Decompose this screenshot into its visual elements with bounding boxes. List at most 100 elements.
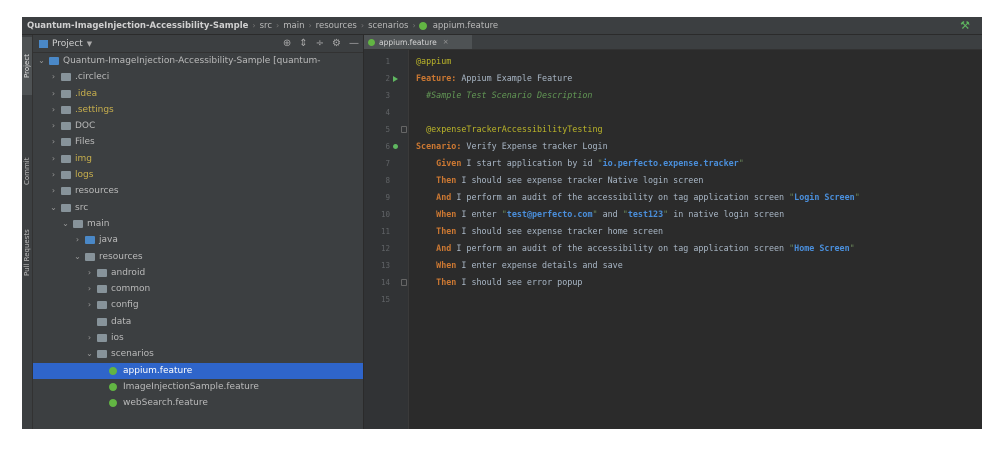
tree-item-label: .circleci xyxy=(75,72,110,83)
code-line: #Sample Test Scenario Description xyxy=(416,87,592,104)
hide-panel-icon[interactable]: — xyxy=(349,38,359,49)
tree-item[interactable]: › java xyxy=(33,232,363,248)
tree-item[interactable]: ⌄ resources xyxy=(33,249,363,265)
chevron-right-icon[interactable]: › xyxy=(49,86,58,102)
tree-item[interactable]: › .circleci xyxy=(33,69,363,85)
code-line: When I enter "test@perfecto.com" and "te… xyxy=(416,206,784,223)
collapse-all-icon[interactable]: ⇕ xyxy=(299,38,307,49)
code-line: Then I should see expense tracker home s… xyxy=(416,223,663,240)
tree-item-label: data xyxy=(111,316,132,327)
tree-item[interactable]: › ios xyxy=(33,330,363,346)
chevron-right-icon[interactable]: › xyxy=(85,297,94,313)
tree-item[interactable]: ⌄ scenarios xyxy=(33,346,363,362)
tool-window-project[interactable]: Project xyxy=(22,37,32,95)
expand-all-icon[interactable]: ÷ xyxy=(316,38,324,49)
tree-item[interactable]: ⌄ main xyxy=(33,216,363,232)
chevron-right-icon[interactable]: › xyxy=(49,118,58,134)
breadcrumb-scenarios[interactable]: scenarios xyxy=(365,21,411,31)
chevron-down-icon[interactable]: ⌄ xyxy=(85,346,94,362)
code-line: And I perform an audit of the accessibil… xyxy=(416,240,855,257)
tree-item-label: android xyxy=(111,267,146,278)
tree-item-label: config xyxy=(111,300,139,311)
tool-window-commit[interactable]: Commit xyxy=(22,145,32,197)
breadcrumb-file[interactable]: appium.feature xyxy=(430,21,501,31)
line-number: 9 xyxy=(385,193,390,202)
tree-item[interactable]: › android xyxy=(33,265,363,281)
chevron-right-icon[interactable]: › xyxy=(49,69,58,85)
chevron-right-icon[interactable]: › xyxy=(49,167,58,183)
tree-item[interactable]: ⌄ src xyxy=(33,200,363,216)
tree-item-label: appium.feature xyxy=(123,365,193,376)
tree-item-label: Files xyxy=(75,137,95,148)
chevron-right-icon[interactable]: › xyxy=(49,134,58,150)
tree-item[interactable]: data xyxy=(33,314,363,330)
chevron-down-icon[interactable]: ⌄ xyxy=(37,53,46,69)
run-feature-icon[interactable] xyxy=(393,76,398,82)
chevron-right-icon[interactable]: › xyxy=(49,102,58,118)
code-line: Scenario: Verify Expense tracker Login xyxy=(416,138,608,155)
tree-item-label: resources xyxy=(75,186,119,197)
code-token: Then xyxy=(416,226,457,236)
tree-item[interactable]: › Files xyxy=(33,134,363,150)
tree-item[interactable]: › logs xyxy=(33,167,363,183)
tree-item[interactable]: › .idea xyxy=(33,86,363,102)
folder-icon xyxy=(97,334,107,343)
editor-tab-appium-feature[interactable]: appium.feature × xyxy=(364,35,472,49)
tree-item-label: java xyxy=(99,235,118,246)
tree-item-label: .idea xyxy=(75,88,98,99)
run-scenario-icon[interactable] xyxy=(393,144,398,149)
fold-marker-icon[interactable] xyxy=(401,279,407,286)
tool-window-pull-requests[interactable]: Pull Requests xyxy=(22,215,32,290)
gear-icon[interactable]: ⚙ xyxy=(332,38,341,49)
tree-item[interactable]: › DOC xyxy=(33,118,363,134)
line-number: 2 xyxy=(385,74,390,83)
code-token: Feature: xyxy=(416,73,457,83)
code-token: Appium Example Feature xyxy=(456,73,573,83)
folder-icon xyxy=(85,252,95,261)
line-number: 10 xyxy=(380,210,390,219)
chevron-down-icon[interactable]: ⌄ xyxy=(73,249,82,265)
code-token: Then xyxy=(416,175,457,185)
close-tab-icon[interactable]: × xyxy=(443,38,449,46)
code-token: @appium xyxy=(416,56,452,66)
breadcrumb-main[interactable]: main xyxy=(280,21,307,31)
tree-item[interactable]: webSearch.feature xyxy=(33,395,363,411)
chevron-right-icon[interactable]: › xyxy=(85,265,94,281)
code-line: @expenseTrackerAccessibilityTesting xyxy=(416,121,602,138)
locate-target-icon[interactable]: ⊕ xyxy=(283,38,291,49)
folder-icon xyxy=(85,236,95,245)
line-number: 7 xyxy=(385,159,390,168)
breadcrumb-separator: › xyxy=(412,21,416,30)
tree-item[interactable]: ⌄ Quantum-ImageInjection-Accessibility-Sa… xyxy=(33,53,363,69)
chevron-right-icon[interactable]: › xyxy=(85,281,94,297)
project-view-icon xyxy=(39,39,48,48)
chevron-right-icon[interactable]: › xyxy=(49,183,58,199)
project-panel: Project ▼ ⊕ ⇕ ÷ ⚙ — ⌄ Quantum-ImageInject… xyxy=(33,35,363,429)
chevron-right-icon[interactable]: › xyxy=(85,330,94,346)
code-line: When I enter expense details and save xyxy=(416,257,623,274)
tree-item[interactable]: › .settings xyxy=(33,102,363,118)
chevron-right-icon[interactable]: › xyxy=(73,232,82,248)
chevron-right-icon[interactable]: › xyxy=(49,151,58,167)
feature-file-icon xyxy=(109,366,117,375)
tree-item[interactable]: › resources xyxy=(33,183,363,199)
tree-item[interactable]: appium.feature xyxy=(33,362,363,379)
chevron-down-icon[interactable]: ▼ xyxy=(87,40,92,48)
tree-item[interactable]: › common xyxy=(33,281,363,297)
code-token: When xyxy=(416,260,457,270)
project-panel-header: Project ▼ ⊕ ⇕ ÷ ⚙ — xyxy=(33,35,363,53)
tree-item[interactable]: ImageInjectionSample.feature xyxy=(33,379,363,395)
code-token: I should see error popup xyxy=(456,277,583,287)
project-view-selector[interactable]: Project xyxy=(52,39,83,49)
code-token: And xyxy=(416,243,452,253)
chevron-down-icon[interactable]: ⌄ xyxy=(61,216,70,232)
breadcrumb-project[interactable]: Quantum-ImageInjection-Accessibility-Sam… xyxy=(22,21,251,31)
breadcrumb-resources[interactable]: resources xyxy=(313,21,360,31)
breadcrumb-src[interactable]: src xyxy=(257,21,275,31)
tree-item[interactable]: › config xyxy=(33,297,363,313)
build-hammer-icon[interactable]: ⚒ xyxy=(960,19,970,32)
fold-marker-icon[interactable] xyxy=(401,126,407,133)
code-token: Scenario: xyxy=(416,141,462,151)
tree-item[interactable]: › img xyxy=(33,151,363,167)
chevron-down-icon[interactable]: ⌄ xyxy=(49,200,58,216)
